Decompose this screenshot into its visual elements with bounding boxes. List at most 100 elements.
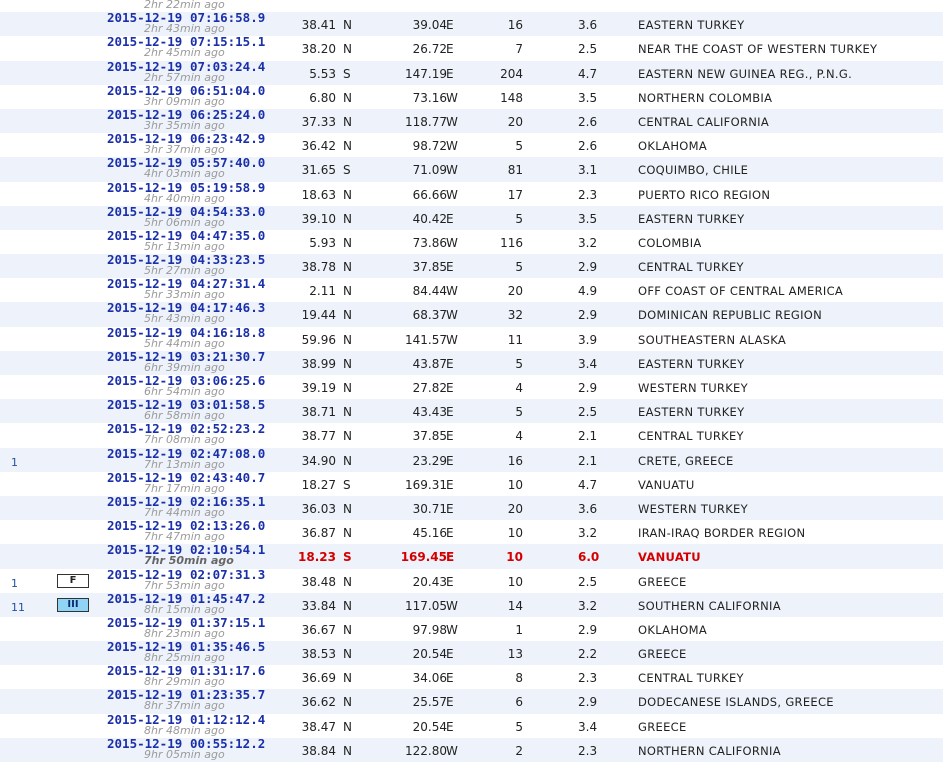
table-row[interactable]: 2015-12-19 04:16:18.8 5hr 44min ago 59.96 N 1… xyxy=(0,325,943,351)
table-row[interactable]: 2015-12-19 04:54:33.0 5hr 06min ago 39.10 N 4… xyxy=(0,204,943,230)
region-name: EASTERN TURKEY xyxy=(638,356,745,371)
table-row[interactable]: 2015-12-19 02:13:26.0 7hr 47min ago 36.87 N 4… xyxy=(0,519,943,544)
region-name: SOUTHERN CALIFORNIA xyxy=(638,598,781,613)
depth-km: 20 xyxy=(507,114,523,129)
table-row[interactable]: 1 F 2015-12-19 02:07:31.3 7hr 53min ago 38.48… xyxy=(0,567,943,593)
longitude: 147.19 xyxy=(405,66,447,81)
depth-km: 8 xyxy=(515,671,523,686)
longitude-hemisphere: W xyxy=(446,235,458,250)
felt-count[interactable]: 1 xyxy=(11,577,18,590)
longitude-hemisphere: E xyxy=(446,260,454,275)
table-row[interactable]: 2015-12-19 04:47:35.0 5hr 13min ago 5.93 N 73… xyxy=(0,228,943,254)
longitude: 122.80 xyxy=(405,743,447,758)
time-ago: 3hr 35min ago xyxy=(144,118,225,132)
longitude: 23.29 xyxy=(412,453,447,468)
table-row[interactable]: 2015-12-19 01:31:17.6 8hr 29min ago 36.69 N 3… xyxy=(0,664,943,689)
latitude-hemisphere: N xyxy=(343,332,352,347)
table-row[interactable]: 2015-12-19 07:15:15.1 2hr 45min ago 38.20 N 2… xyxy=(0,35,943,60)
latitude: 39.10 xyxy=(301,211,336,226)
table-row[interactable]: 2015-12-19 04:17:46.3 5hr 43min ago 19.44 N 6… xyxy=(0,301,943,327)
table-row[interactable]: 2015-12-19 07:16:58.9 2hr 43min ago 38.41 N 3… xyxy=(0,11,943,37)
depth-km: 20 xyxy=(507,501,523,516)
depth-km: 81 xyxy=(507,163,523,178)
longitude: 39.04 xyxy=(412,18,447,33)
region-name: DODECANESE ISLANDS, GREECE xyxy=(638,695,834,710)
longitude-hemisphere: W xyxy=(446,139,458,154)
longitude: 20.54 xyxy=(412,647,447,662)
longitude-hemisphere: W xyxy=(446,187,458,202)
depth-km: 1 xyxy=(515,622,523,637)
time-ago: 2hr 43min ago xyxy=(144,22,225,36)
region-name: NORTHERN COLOMBIA xyxy=(638,90,773,105)
longitude: 20.54 xyxy=(412,719,447,734)
longitude-hemisphere: W xyxy=(446,284,458,299)
table-row[interactable]: 2015-12-19 03:06:25.6 6hr 54min ago 39.19 N 2… xyxy=(0,374,943,399)
table-row[interactable]: 2015-12-19 02:43:40.7 7hr 17min ago 18.27 S 1… xyxy=(0,470,943,496)
table-row[interactable]: 2015-12-19 04:33:23.5 5hr 27min ago 38.78 N 3… xyxy=(0,253,943,279)
table-row[interactable]: 2015-12-19 00:55:12.2 9hr 05min ago 38.84 N 1… xyxy=(0,736,943,762)
region-name: EASTERN TURKEY xyxy=(638,18,745,33)
latitude-hemisphere: N xyxy=(343,284,352,299)
longitude: 117.05 xyxy=(405,598,447,613)
intensity-badge[interactable]: III xyxy=(57,597,89,612)
longitude: 43.87 xyxy=(412,356,447,371)
table-row[interactable]: 2015-12-19 02:52:23.2 7hr 08min ago 38.77 N 3… xyxy=(0,422,943,447)
table-row[interactable]: 2015-12-19 01:12:12.4 8hr 48min ago 38.47 N 2… xyxy=(0,712,943,738)
latitude: 5.53 xyxy=(309,66,336,81)
magnitude: 2.5 xyxy=(578,574,598,589)
longitude-hemisphere: E xyxy=(446,550,455,565)
table-row[interactable]: 2015-12-19 02:10:54.1 7hr 50min ago 18.23 S 1… xyxy=(0,543,943,569)
table-row[interactable]: 2015-12-19 06:51:04.0 3hr 09min ago 6.80 N 73… xyxy=(0,83,943,109)
table-row[interactable]: 2015-12-19 02:16:35.1 7hr 44min ago 36.03 N 3… xyxy=(0,494,943,521)
table-row[interactable]: 2015-12-19 01:23:35.7 8hr 37min ago 36.62 N 2… xyxy=(0,688,943,714)
table-row[interactable]: 2015-12-19 03:21:30.7 6hr 39min ago 38.99 N 4… xyxy=(0,349,943,375)
table-row[interactable]: 2015-12-19 01:35:46.5 8hr 25min ago 38.53 N 2… xyxy=(0,640,943,666)
depth-km: 116 xyxy=(500,235,523,250)
time-ago: 7hr 44min ago xyxy=(144,505,225,519)
longitude-hemisphere: E xyxy=(446,719,454,734)
longitude-hemisphere: E xyxy=(446,356,454,371)
table-row[interactable]: 2015-12-19 05:19:58.9 4hr 40min ago 18.63 N 6… xyxy=(0,180,943,206)
longitude-hemisphere: W xyxy=(446,622,458,637)
table-row[interactable]: 2015-12-19 07:03:24.4 2hr 57min ago 5.53 S 14… xyxy=(0,59,943,85)
table-row[interactable]: 2015-12-19 06:23:42.9 3hr 37min ago 36.42 N 9… xyxy=(0,132,943,157)
longitude-hemisphere: E xyxy=(446,671,454,686)
table-row[interactable]: 2015-12-19 03:01:58.5 6hr 58min ago 38.71 N 4… xyxy=(0,398,943,424)
felt-count[interactable]: 11 xyxy=(11,601,25,614)
latitude: 59.96 xyxy=(301,332,336,347)
latitude-hemisphere: N xyxy=(343,42,352,57)
longitude-hemisphere: E xyxy=(446,526,454,541)
magnitude: 6.0 xyxy=(578,550,600,565)
table-row[interactable]: 1 2015-12-19 02:47:08.0 7hr 13min ago 34.90 N… xyxy=(0,446,943,472)
latitude: 38.20 xyxy=(301,42,336,57)
time-ago: 6hr 58min ago xyxy=(144,409,225,423)
longitude-hemisphere: W xyxy=(446,114,458,129)
longitude-hemisphere: E xyxy=(446,211,454,226)
magnitude: 2.6 xyxy=(578,139,598,154)
time-ago: 5hr 33min ago xyxy=(144,288,225,302)
magnitude: 2.2 xyxy=(578,647,598,662)
longitude: 30.71 xyxy=(412,501,447,516)
felt-count[interactable]: 1 xyxy=(11,456,18,469)
latitude: 38.99 xyxy=(301,356,336,371)
region-name: CENTRAL TURKEY xyxy=(638,671,744,686)
table-row[interactable]: 2015-12-19 04:27:31.4 5hr 33min ago 2.11 N 84… xyxy=(0,277,943,302)
intensity-badge[interactable]: F xyxy=(57,573,89,588)
latitude-hemisphere: N xyxy=(343,429,352,444)
latitude: 18.23 xyxy=(298,550,336,565)
longitude-hemisphere: W xyxy=(446,163,458,178)
longitude: 20.43 xyxy=(412,574,447,589)
region-name: GREECE xyxy=(638,574,687,589)
table-row[interactable]: 2015-12-19 01:37:15.1 8hr 23min ago 36.67 N 9… xyxy=(0,615,943,641)
longitude-hemisphere: E xyxy=(446,405,454,420)
earthquake-list-viewport: 2hr 22min ago 2015-12-19 07:16:58.9 2hr 43m… xyxy=(0,0,943,762)
magnitude: 2.3 xyxy=(578,743,598,758)
table-row[interactable]: 2015-12-19 05:57:40.0 4hr 03min ago 31.65 S 7… xyxy=(0,156,943,182)
latitude-hemisphere: N xyxy=(343,235,352,250)
table-row[interactable]: 11 III 2015-12-19 01:45:47.2 8hr 15min ago 33… xyxy=(0,591,943,617)
table-row[interactable]: 2015-12-19 06:25:24.0 3hr 35min ago 37.33 N 1… xyxy=(0,107,943,134)
magnitude: 3.6 xyxy=(578,501,598,516)
latitude: 38.48 xyxy=(301,574,336,589)
latitude: 19.44 xyxy=(301,308,336,323)
latitude: 38.53 xyxy=(301,647,336,662)
